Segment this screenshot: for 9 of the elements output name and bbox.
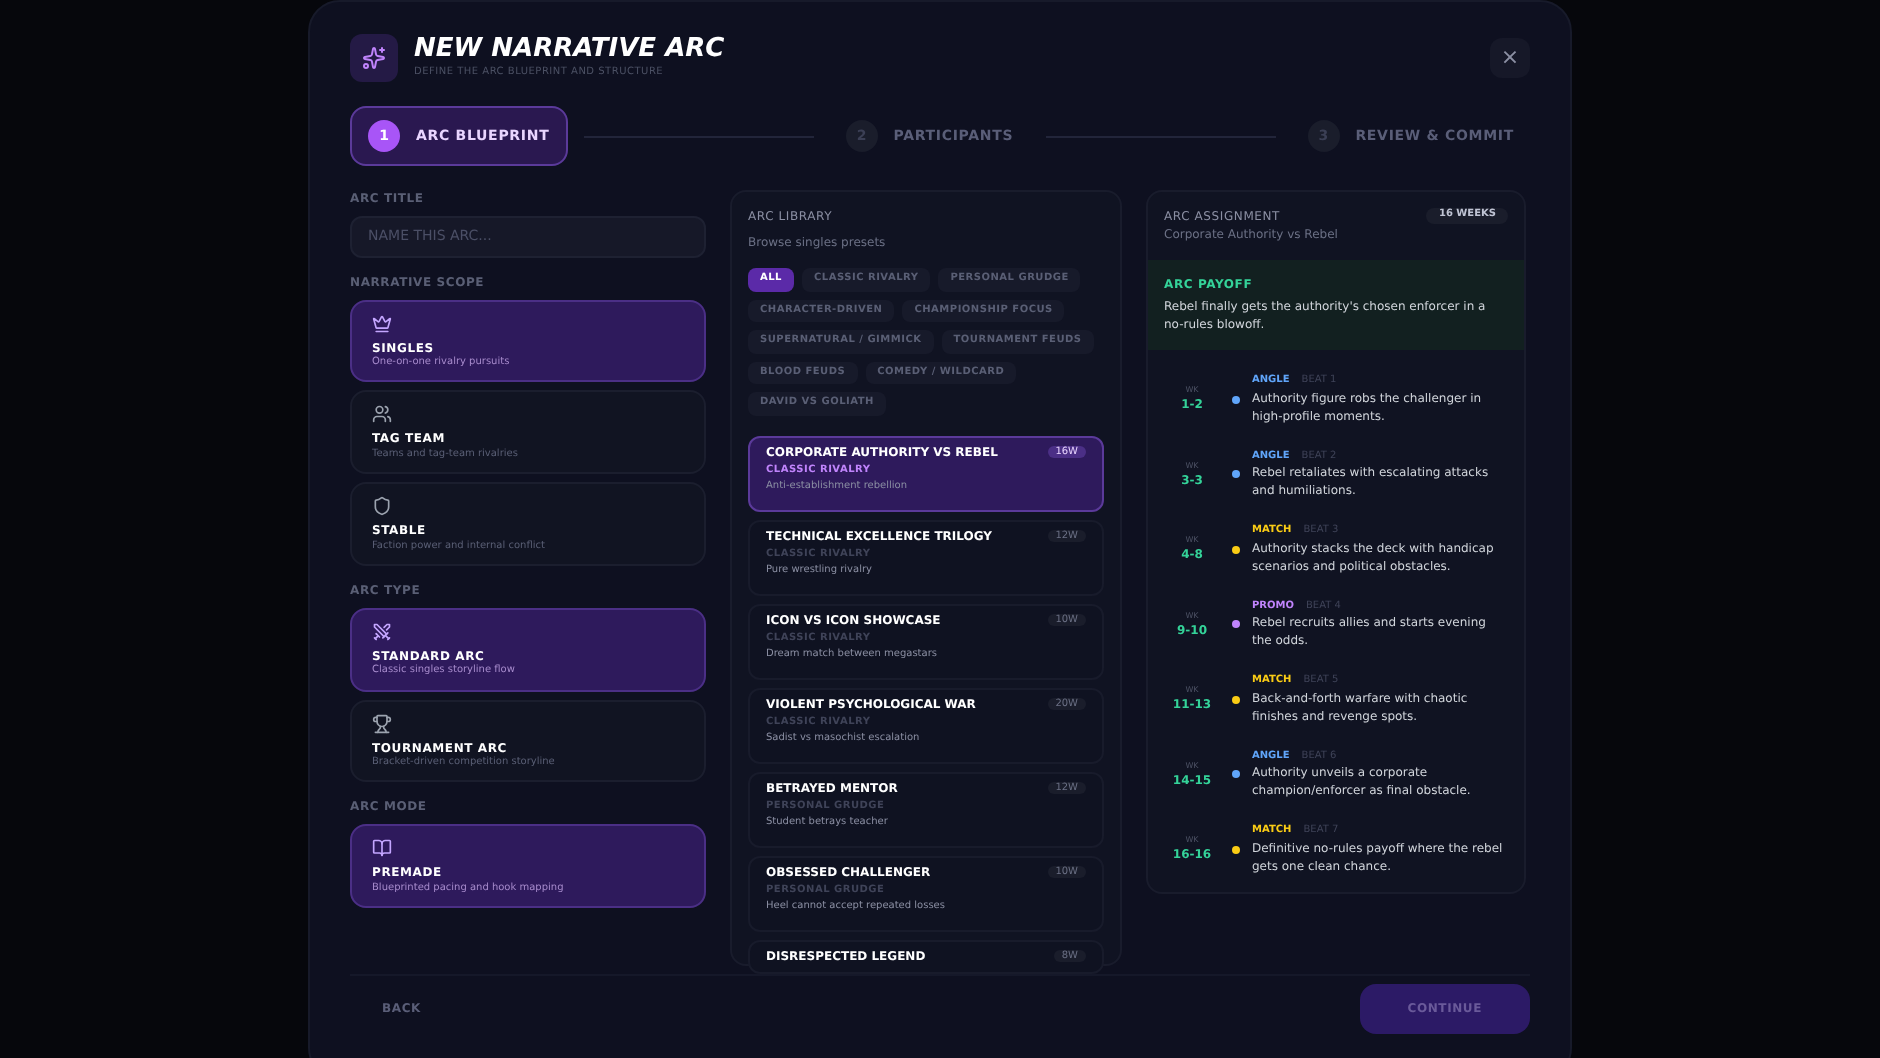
users-icon xyxy=(372,404,392,425)
swords-icon xyxy=(372,621,392,642)
modal-title: NEW NARRATIVE ARC xyxy=(414,34,727,66)
trophy-icon xyxy=(372,713,392,733)
book-icon xyxy=(372,838,392,859)
sparkles-icon xyxy=(350,34,398,82)
crown-icon xyxy=(372,313,392,333)
close-button[interactable]: × xyxy=(1490,38,1530,78)
shield-icon xyxy=(372,496,392,516)
